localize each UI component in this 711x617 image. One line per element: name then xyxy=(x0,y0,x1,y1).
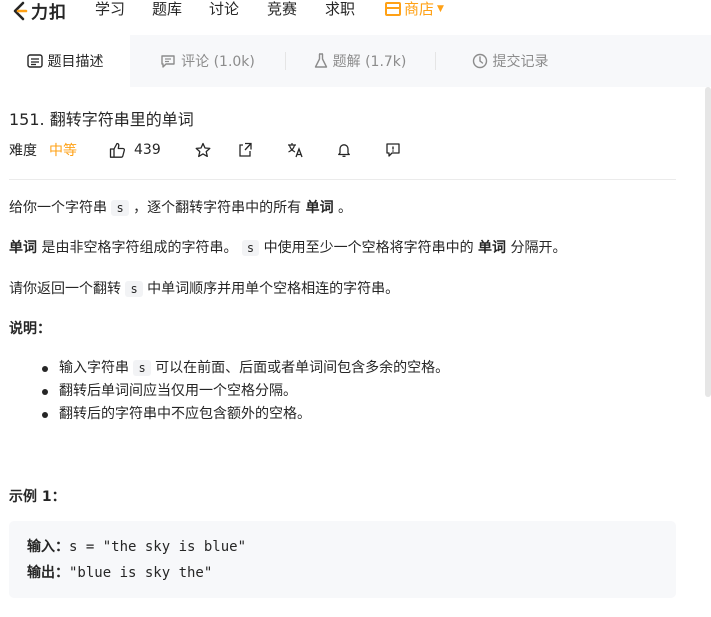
tab-description[interactable]: 题目描述 xyxy=(0,35,130,87)
logo-text: 力扣 xyxy=(31,3,67,23)
tab-solutions-label: 题解 (1.7k) xyxy=(332,54,407,70)
example-input-line: 输入：s = "the sky is blue" xyxy=(27,534,658,560)
description-icon xyxy=(26,54,43,68)
difficulty-badge: 中等 xyxy=(49,143,77,159)
like-count: 439 xyxy=(134,142,161,158)
star-icon[interactable] xyxy=(195,142,211,158)
flask-icon xyxy=(314,53,328,69)
text: 中使用至少一个空格将字符串中的 xyxy=(263,240,474,256)
difficulty-label: 难度 xyxy=(9,143,37,159)
example-codeblock: 输入：s = "the sky is blue" 输出："blue is sky… xyxy=(9,521,676,598)
bold-text: 单词 xyxy=(478,240,507,256)
output-value: "blue is sky the" xyxy=(69,565,213,581)
tab-comments[interactable]: 评论 (1.0k) xyxy=(130,35,285,87)
bold-text: 单词 xyxy=(9,240,37,256)
bold-text: 单词 xyxy=(305,200,334,216)
problem-title: 151. 翻转字符串里的单词 xyxy=(9,110,194,129)
tab-submissions[interactable]: 提交记录 xyxy=(435,35,585,87)
tab-description-label: 题目描述 xyxy=(47,54,104,70)
translate-icon[interactable] xyxy=(287,142,304,158)
leetcode-logo[interactable]: 力扣 xyxy=(9,0,67,23)
text: 中单词顺序并用单个空格相连的字符串。 xyxy=(147,281,400,297)
leetcode-logo-icon xyxy=(13,1,28,20)
list-item: 输入字符串 s 可以在前面、后面或者单词间包含多余的空格。 xyxy=(40,357,449,380)
tab-solutions[interactable]: 题解 (1.7k) xyxy=(285,35,435,87)
comment-icon xyxy=(160,54,176,69)
thumbs-up-icon xyxy=(109,142,126,159)
nav-shop[interactable]: 商店 ▼ xyxy=(385,0,444,19)
input-value: s = "the sky is blue" xyxy=(69,539,247,555)
nav-shop-label: 商店 xyxy=(404,0,435,18)
top-nav: 力扣 学习 题库 讨论 竞赛 求职 商店 ▼ xyxy=(0,0,711,23)
inline-code: s xyxy=(241,240,260,256)
notes-list: 输入字符串 s 可以在前面、后面或者单词间包含多余的空格。 翻转后单词间应当仅用… xyxy=(40,357,449,426)
divider xyxy=(9,179,676,180)
tab-submissions-label: 提交记录 xyxy=(492,54,549,70)
feedback-icon[interactable] xyxy=(385,142,401,158)
nav-learn[interactable]: 学习 xyxy=(95,0,125,19)
nav-discuss[interactable]: 讨论 xyxy=(209,0,239,19)
description-paragraph: 单词 是由非空格字符组成的字符串。 s 中使用至少一个空格将字符串中的 单词 分… xyxy=(9,237,567,259)
problem-content: 151. 翻转字符串里的单词 难度 中等 439 给你一个字符串 s ，逐个翻转… xyxy=(0,87,711,617)
text: ，逐个翻转字符串中的所有 xyxy=(133,200,302,216)
text: 。 xyxy=(338,200,353,216)
tab-comments-label: 评论 (1.0k) xyxy=(181,54,255,70)
share-icon[interactable] xyxy=(237,142,253,158)
inline-code: s xyxy=(133,360,151,376)
text: 翻转后单词间应当仅用一个空格分隔。 xyxy=(59,383,297,399)
text: 翻转后的字符串中不应包含额外的空格。 xyxy=(59,406,311,422)
bell-icon[interactable] xyxy=(336,142,352,158)
like-button[interactable]: 439 xyxy=(109,142,161,159)
text: 输入字符串 xyxy=(59,360,129,376)
nav-jobs[interactable]: 求职 xyxy=(325,0,355,19)
text: 是由非空格字符组成的字符串。 xyxy=(41,240,238,256)
text: 可以在前面、后面或者单词间包含多余的空格。 xyxy=(155,360,450,376)
nav-contest[interactable]: 竞赛 xyxy=(267,0,297,19)
text: 请你返回一个翻转 xyxy=(9,281,121,297)
problem-meta: 难度 中等 439 xyxy=(9,140,401,160)
description-paragraph: 请你返回一个翻转 s 中单词顺序并用单个空格相连的字符串。 xyxy=(9,278,399,300)
example-output-line: 输出："blue is sky the" xyxy=(27,560,658,586)
scrollbar[interactable] xyxy=(705,87,711,397)
nav-problemset[interactable]: 题库 xyxy=(152,0,182,19)
shop-icon xyxy=(385,1,401,16)
clock-icon xyxy=(472,53,488,69)
input-label: 输入： xyxy=(27,539,69,555)
problem-tabs: 题目描述 评论 (1.0k) 题解 (1.7k) 提交记录 xyxy=(0,35,711,87)
output-label: 输出： xyxy=(27,565,69,581)
notes-title: 说明： xyxy=(9,321,51,337)
text: 给你一个字符串 xyxy=(9,200,107,216)
inline-code: s xyxy=(111,200,129,216)
inline-code: s xyxy=(125,281,143,297)
list-item: 翻转后的字符串中不应包含额外的空格。 xyxy=(40,403,449,426)
text: 分隔开。 xyxy=(510,240,567,256)
list-item: 翻转后单词间应当仅用一个空格分隔。 xyxy=(40,380,449,403)
description-paragraph: 给你一个字符串 s ，逐个翻转字符串中的所有 单词 。 xyxy=(9,197,352,219)
chevron-down-icon: ▼ xyxy=(437,3,444,14)
example-title: 示例 1： xyxy=(9,489,66,505)
